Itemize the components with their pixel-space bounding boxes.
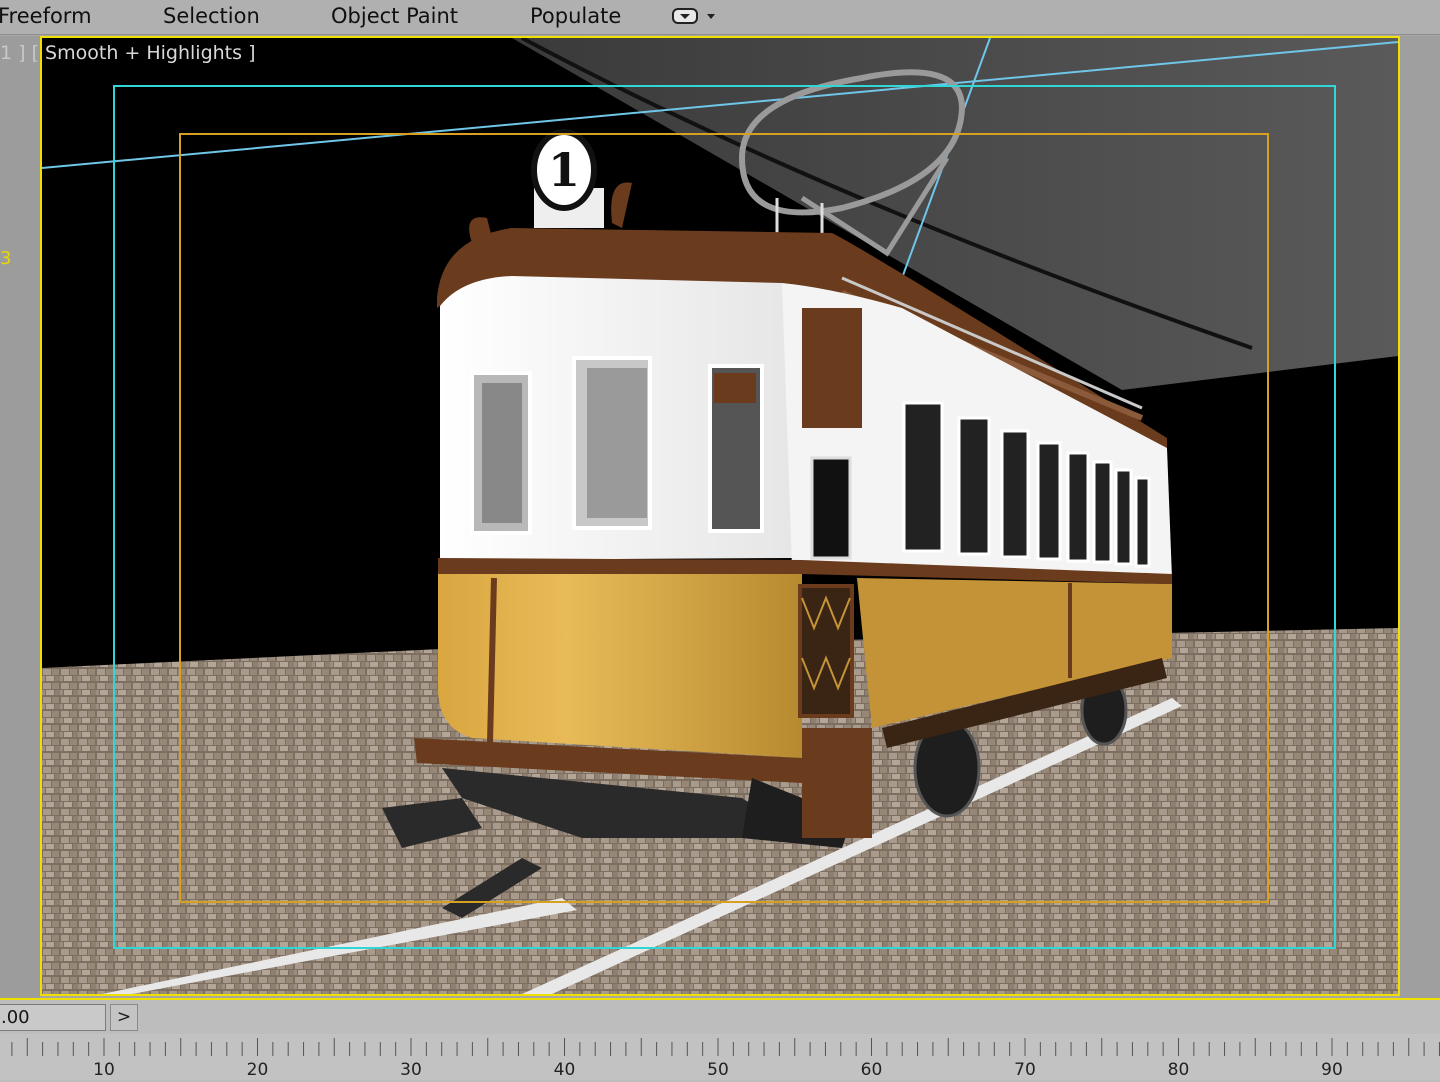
track-tick-label: 10 — [93, 1060, 115, 1080]
track-tick-label: 90 — [1321, 1060, 1343, 1080]
track-tick-label: 20 — [246, 1060, 269, 1080]
track-tick-label: 60 — [860, 1060, 883, 1080]
current-frame-field[interactable]: .00 — [0, 1004, 106, 1031]
next-frame-button[interactable]: > — [110, 1004, 138, 1031]
track-bar[interactable]: 10 20 30 40 50 60 70 80 90 — [0, 1034, 1440, 1080]
display-dropdown-icon — [672, 8, 715, 24]
camera-viewport[interactable]: 1 — [40, 36, 1400, 996]
track-tick-label: 50 — [707, 1060, 729, 1080]
route-number-text: 1 — [548, 143, 580, 197]
track-tick-label: 70 — [1014, 1060, 1036, 1080]
viewport-shading-label[interactable]: Smooth + Highlights ] — [45, 42, 255, 64]
tab-object-paint[interactable]: Object Paint — [331, 2, 458, 30]
track-tick-label: 30 — [400, 1060, 422, 1080]
left-strip-mark: 3 — [0, 248, 12, 269]
viewport-label[interactable]: 1 ] [ Smooth + Highlights ] — [0, 42, 256, 64]
left-panel-strip: 3 — [0, 36, 40, 998]
ribbon-tab-bar: Freeform Selection Object Paint Populate — [0, 0, 1440, 35]
track-tick-label: 40 — [553, 1060, 576, 1080]
time-slider-area: .00 > 10 20 30 40 50 60 70 80 90 — [0, 998, 1440, 1082]
ribbon-display-dropdown[interactable] — [672, 7, 718, 25]
tab-freeform[interactable]: Freeform — [0, 2, 92, 30]
track-tick-label: 80 — [1167, 1060, 1190, 1080]
tab-populate[interactable]: Populate — [530, 2, 621, 30]
track-ruler — [11, 1038, 1440, 1056]
viewport-scene: 1 — [42, 38, 1398, 994]
tab-selection[interactable]: Selection — [163, 2, 260, 30]
right-panel-strip — [1400, 36, 1440, 998]
viewport-index-label[interactable]: 1 ] [ — [0, 42, 39, 64]
